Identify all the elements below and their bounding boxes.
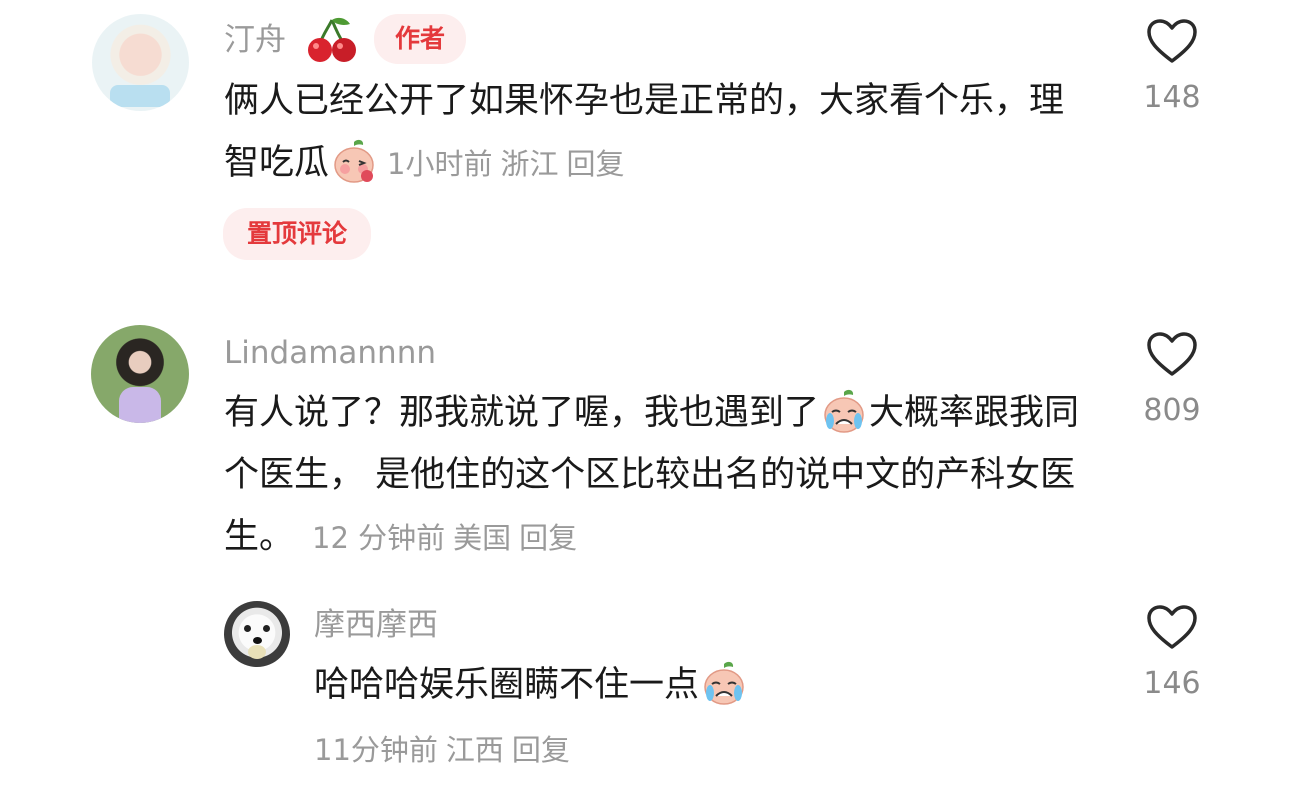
comment-text: 俩人已经公开了如果怀孕也是正常的，大家看个乐，理智吃瓜 1小时前 浙江 回复 xyxy=(224,81,1065,183)
reply-button[interactable]: 回复 xyxy=(519,521,577,555)
heart-icon xyxy=(1147,605,1197,649)
avatar[interactable] xyxy=(92,14,189,111)
crying-face-icon xyxy=(824,389,864,433)
comment-text: 有人说了？那我就说了喔，我也遇到了 大概率跟我同个医生， 是他住的这个区比较出名… xyxy=(224,382,1084,569)
pinned-comment-badge: 置顶评论 xyxy=(223,208,371,260)
heart-icon xyxy=(1147,19,1197,63)
username[interactable]: 汀舟 xyxy=(224,20,286,60)
like-button[interactable] xyxy=(1142,604,1202,650)
comment-location: 美国 xyxy=(453,521,512,555)
avatar[interactable] xyxy=(91,325,189,423)
comment-location: 浙江 xyxy=(500,147,559,181)
blush-face-icon xyxy=(334,139,374,183)
like-count: 148 xyxy=(1143,80,1201,115)
comment-meta: 11分钟前 江西 回复 xyxy=(314,728,578,772)
reply-button[interactable]: 回复 xyxy=(566,147,624,181)
comment-text: 哈哈哈娱乐圈瞒不住一点 xyxy=(314,654,1094,716)
author-badge: 作者 xyxy=(374,14,466,64)
reply-button[interactable]: 回复 xyxy=(512,733,570,767)
comment-time: 11分钟前 xyxy=(314,733,438,767)
username[interactable]: 摩西摩西 xyxy=(314,605,438,645)
comment-location: 江西 xyxy=(445,733,504,767)
comment-time: 12 分钟前 xyxy=(312,521,446,555)
heart-icon xyxy=(1147,332,1197,376)
username[interactable]: Lindamannnn xyxy=(224,333,436,373)
cherry-icon xyxy=(308,17,356,62)
like-count: 809 xyxy=(1143,393,1201,428)
like-button[interactable] xyxy=(1142,18,1202,64)
like-count: 146 xyxy=(1143,666,1201,701)
like-button[interactable] xyxy=(1142,331,1202,377)
crying-face-icon xyxy=(704,661,744,705)
avatar[interactable] xyxy=(224,601,290,667)
comment-time: 1小时前 xyxy=(387,147,493,181)
